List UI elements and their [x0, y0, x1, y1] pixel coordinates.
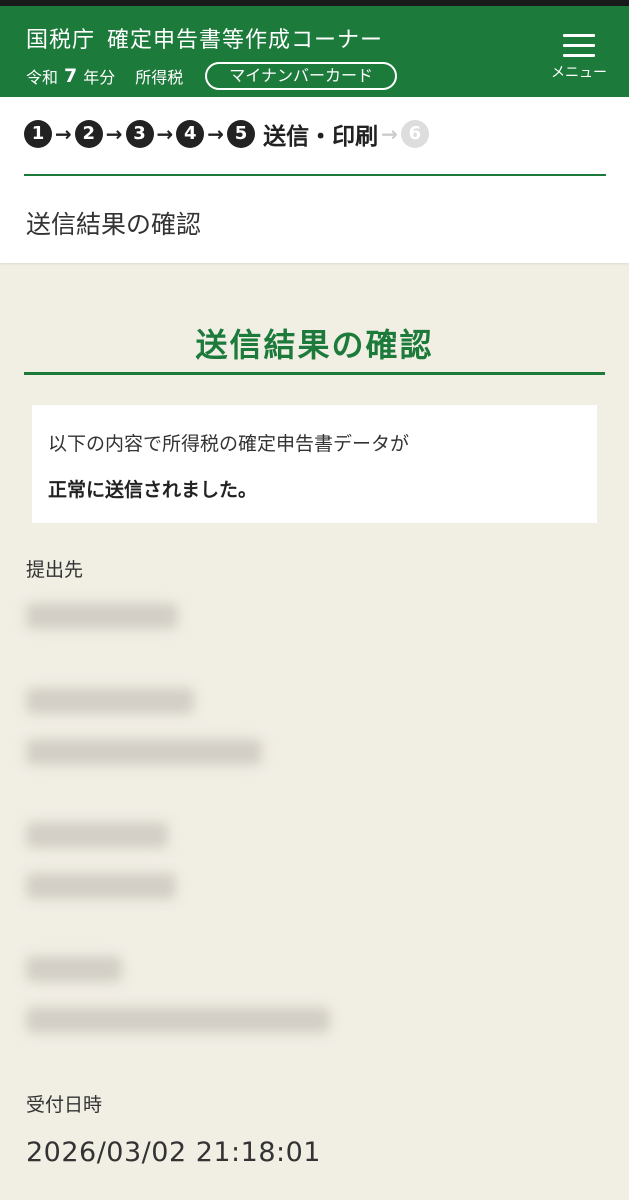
- step-indicator: 1 → 2 → 3 → 4 → 5 送信・印刷 → 6: [24, 117, 429, 151]
- submit-to-label: 提出先: [26, 559, 84, 581]
- step-3: 3: [125, 120, 154, 148]
- arrow-right-icon: →: [381, 122, 398, 146]
- menu-button[interactable]: メニュー: [543, 30, 615, 86]
- menu-label: メニュー: [551, 65, 607, 81]
- page-title: 送信結果の確認: [195, 326, 434, 364]
- received-datetime-value: 2026/03/02 21:18:01: [26, 1137, 321, 1168]
- org-name: 国税庁: [26, 28, 96, 53]
- year-suffix: 年分: [83, 68, 116, 87]
- result-message-line2: 正常に送信されました。: [48, 479, 258, 501]
- app-header: 国税庁 確定申告書等作成コーナー 令和 7 年分 所得税 マイナンバーカード メニ…: [0, 6, 629, 97]
- steps-divider: [24, 174, 606, 176]
- step-6: 6: [400, 120, 429, 148]
- current-step-label: 送信・印刷: [263, 124, 379, 150]
- arrow-right-icon: →: [207, 122, 225, 146]
- step-4: 4: [176, 120, 205, 148]
- heading-underline: [24, 372, 605, 375]
- result-message-line1: 以下の内容で所得税の確定申告書データが: [48, 433, 410, 455]
- tax-type: 所得税: [135, 68, 184, 87]
- hamburger-icon: [563, 34, 595, 57]
- arrow-right-icon: →: [55, 122, 72, 146]
- arrow-right-icon: →: [105, 122, 123, 146]
- page-subtitle: 送信結果の確認: [26, 210, 202, 239]
- corner-name: 確定申告書等作成コーナー: [107, 28, 384, 53]
- era-label: 令和: [26, 68, 59, 87]
- redacted-field-value: [26, 1007, 330, 1033]
- redacted-submit-to: [26, 603, 178, 629]
- step-1: 1: [24, 120, 52, 148]
- step-2: 2: [74, 120, 103, 148]
- result-message-box: 以下の内容で所得税の確定申告書データが 正常に送信されました。: [32, 405, 597, 523]
- redacted-field-value: [26, 873, 176, 899]
- step-5-current: 5: [227, 120, 256, 148]
- app-title: 国税庁 確定申告書等作成コーナー: [26, 22, 383, 54]
- redacted-field-label: [26, 956, 122, 982]
- method-badge: マイナンバーカード: [205, 62, 397, 90]
- arrow-right-icon: →: [156, 122, 174, 146]
- redacted-field-label: [26, 822, 168, 848]
- redacted-field-label: [26, 688, 194, 714]
- year-value: 7: [64, 65, 78, 87]
- received-datetime-label: 受付日時: [26, 1094, 103, 1116]
- step-navigation: 1 → 2 → 3 → 4 → 5 送信・印刷 → 6 送信結果の確認: [0, 97, 629, 263]
- redacted-field-value: [26, 739, 262, 765]
- filing-info: 令和 7 年分 所得税 マイナンバーカード: [26, 62, 397, 90]
